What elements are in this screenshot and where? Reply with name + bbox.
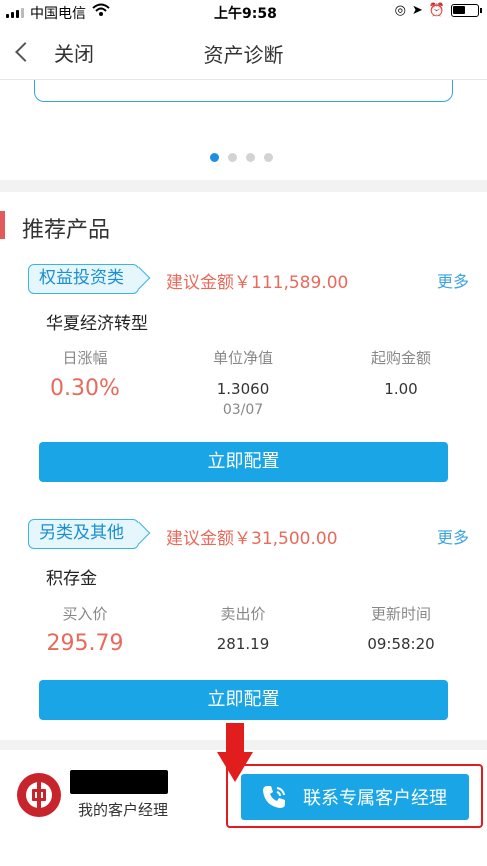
status-icons: ◎ ➤ ⏰	[394, 3, 482, 18]
suggested-amount: 建议金额￥31,500.00	[166, 529, 338, 549]
phone-icon	[263, 786, 285, 808]
carousel-indicator	[210, 153, 273, 162]
nav-date: 03/07	[222, 402, 264, 418]
signal-icon	[6, 8, 24, 18]
carousel-dot[interactable]	[264, 153, 273, 162]
product-name[interactable]: 华夏经济转型	[46, 309, 148, 334]
suggested-amount: 建议金额￥111,589.00	[166, 273, 349, 293]
lock-rotation-icon: ◎	[394, 3, 406, 18]
more-link[interactable]: 更多	[437, 268, 469, 292]
carrier-name: 中国电信	[30, 6, 86, 22]
configure-button[interactable]: 立即配置	[39, 680, 448, 720]
contact-manager-button[interactable]: 联系专属客户经理	[241, 774, 469, 820]
category-tag: 另类及其他	[28, 519, 139, 549]
status-bar: 中国电信 上午9:58 ◎ ➤ ⏰	[0, 0, 487, 24]
column-label: 买入价	[62, 605, 108, 623]
sell-price-value: 281.19	[216, 635, 270, 653]
column-label: 日涨幅	[62, 349, 108, 367]
more-link[interactable]: 更多	[437, 524, 469, 548]
carousel-dot[interactable]	[210, 153, 219, 162]
annotation-arrow	[226, 723, 244, 753]
location-icon: ➤	[411, 3, 423, 18]
min-purchase-value: 1.00	[384, 380, 418, 398]
daily-change-value: 0.30%	[50, 376, 120, 401]
page-title: 资产诊断	[203, 43, 284, 67]
section-accent-bar	[0, 211, 5, 239]
carousel-dot[interactable]	[228, 153, 237, 162]
carousel-card[interactable]	[34, 80, 453, 102]
column-label: 更新时间	[370, 605, 431, 623]
carousel-dot[interactable]	[246, 153, 255, 162]
column-label: 起购金额	[370, 349, 431, 367]
redacted-name	[70, 770, 168, 794]
bank-logo	[17, 773, 61, 817]
alarm-icon: ⏰	[428, 3, 445, 18]
buy-price-value: 295.79	[46, 631, 124, 656]
column-label: 单位净值	[212, 349, 273, 367]
nav-bar: 关闭 资产诊断	[0, 24, 487, 80]
wifi-icon	[92, 3, 110, 16]
configure-button[interactable]: 立即配置	[39, 442, 448, 482]
battery-icon	[451, 4, 482, 17]
nav-value: 1.3060	[216, 380, 270, 398]
category-tag: 权益投资类	[28, 264, 139, 294]
status-time: 上午9:58	[214, 6, 277, 22]
manager-label: 我的客户经理	[78, 801, 169, 819]
section-title: 推荐产品	[22, 218, 111, 243]
contact-button-label: 联系专属客户经理	[303, 788, 447, 809]
product-name[interactable]: 积存金	[46, 564, 97, 589]
update-time-value: 09:58:20	[367, 635, 435, 653]
section-divider	[0, 180, 487, 192]
column-label: 卖出价	[220, 605, 266, 623]
